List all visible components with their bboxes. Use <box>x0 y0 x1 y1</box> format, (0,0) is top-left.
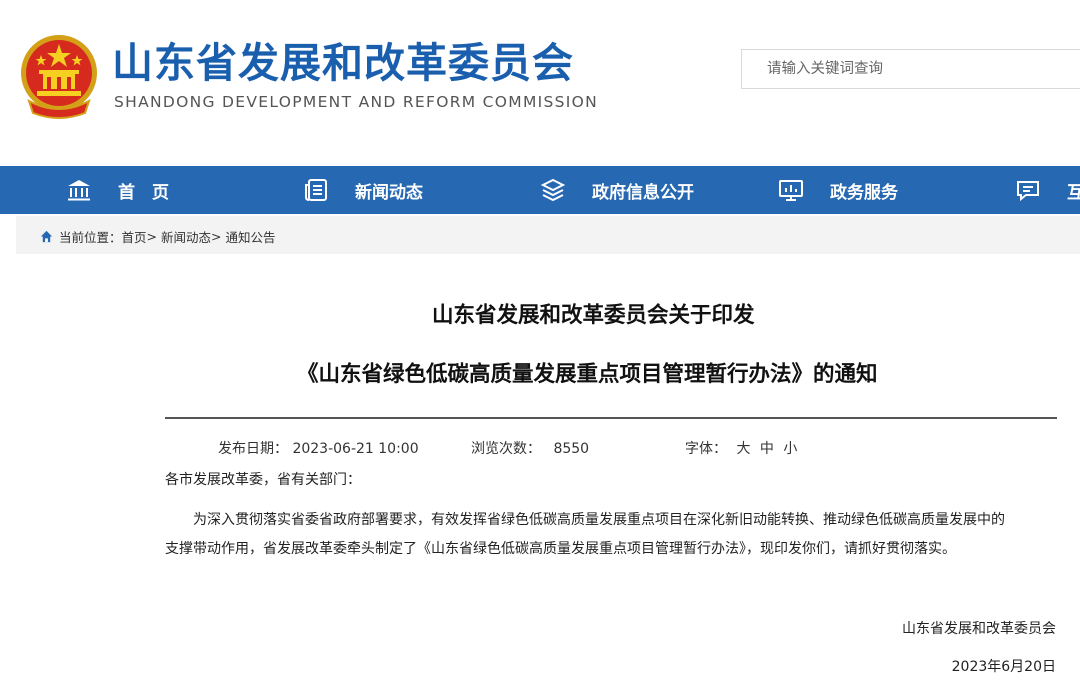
salutation: 各市发展改革委，省有关部门： <box>165 472 361 488</box>
signature-date: 2023年6月20日 <box>951 659 1056 675</box>
nav-item-interaction[interactable]: 互 <box>1015 166 1080 214</box>
breadcrumb-bar: 当前位置： 首页 > 新闻动态 > 通知公告 <box>16 216 1080 254</box>
article-title-line1: 山东省发展和改革委员会关于印发 <box>432 303 755 328</box>
national-emblem-icon <box>21 35 97 119</box>
view-count-value: 8550 <box>553 441 590 457</box>
breadcrumb-news[interactable]: 新闻动态 <box>161 227 211 246</box>
home-icon <box>40 230 53 243</box>
body-line-2: 支撑带动作用，省发展改革委牵头制定了《山东省绿色低碳高质量发展重点项目管理暂行办… <box>165 541 956 557</box>
search-box <box>741 49 1080 89</box>
nav-item-news[interactable]: 新闻动态 <box>303 166 423 214</box>
font-size-controls: 字体： 大 中 小 <box>685 438 797 458</box>
breadcrumb-separator: > <box>146 229 158 244</box>
site-title: 山东省发展和改革委员会 <box>112 39 574 87</box>
nav-item-gov-info[interactable]: 政府信息公开 <box>540 166 694 214</box>
publish-date-value: 2023-06-21 10:00 <box>292 441 419 457</box>
body-line-1: 为深入贯彻落实省委省政府部署要求，有效发挥省绿色低碳高质量发展重点项目在深化新旧… <box>193 512 1005 528</box>
chat-bubble-icon <box>1017 181 1039 202</box>
search-input[interactable] <box>742 50 1080 88</box>
signature-organization: 山东省发展和改革委员会 <box>902 621 1056 637</box>
font-size-medium-button[interactable]: 中 <box>760 441 774 457</box>
view-count-label: 浏览次数： <box>471 441 541 457</box>
main-nav: 首 页 新闻动态 政府信息公开 政务服务 互 <box>0 166 1080 214</box>
breadcrumb-prefix: 当前位置： <box>59 230 122 245</box>
publish-date-label: 发布日期： <box>218 441 288 457</box>
news-list-icon <box>305 179 327 201</box>
monitor-chart-icon <box>779 180 803 201</box>
view-count: 浏览次数： 8550 <box>471 438 589 458</box>
nav-label: 新闻动态 <box>355 182 423 203</box>
font-size-small-button[interactable]: 小 <box>783 441 797 457</box>
article-title-line2: 《山东省绿色低碳高质量发展重点项目管理暂行办法》的通知 <box>297 362 878 387</box>
nav-label: 首 页 <box>118 182 169 203</box>
font-size-large-button[interactable]: 大 <box>736 441 750 457</box>
layers-icon <box>540 178 566 202</box>
breadcrumb: 当前位置： 首页 > 新闻动态 > 通知公告 <box>40 227 276 246</box>
font-size-label: 字体： <box>685 441 727 457</box>
government-building-icon <box>68 180 90 201</box>
nav-label: 政府信息公开 <box>592 182 694 203</box>
nav-item-services[interactable]: 政务服务 <box>778 166 898 214</box>
nav-label: 互 <box>1067 182 1080 203</box>
breadcrumb-notice[interactable]: 通知公告 <box>226 227 276 246</box>
nav-label: 政务服务 <box>830 182 898 203</box>
title-divider <box>165 417 1057 419</box>
site-subtitle: SHANDONG DEVELOPMENT AND REFORM COMMISSI… <box>114 93 599 111</box>
site-header: 山东省发展和改革委员会 SHANDONG DEVELOPMENT AND REF… <box>0 0 1080 166</box>
publish-date: 发布日期： 2023-06-21 10:00 <box>218 438 419 458</box>
nav-item-home[interactable]: 首 页 <box>66 166 169 214</box>
breadcrumb-separator: > <box>211 229 222 244</box>
breadcrumb-home[interactable]: 首页 <box>122 227 147 246</box>
